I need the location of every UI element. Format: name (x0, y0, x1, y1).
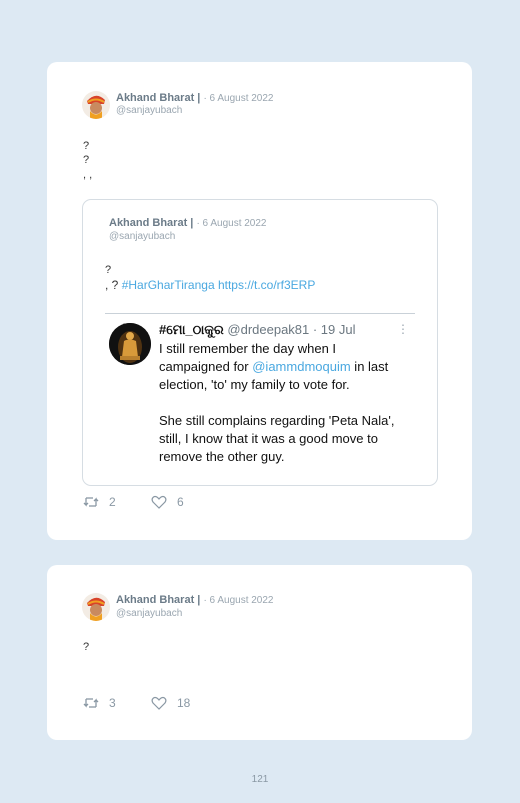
heart-icon (151, 495, 167, 509)
embed-text-fragment: in last (350, 359, 389, 374)
embed-author-name[interactable]: #ମୋ_ଠାକୁର (159, 322, 224, 337)
author-name[interactable]: Akhand Bharat | (116, 92, 200, 104)
author-handle[interactable]: @sanjayubach (116, 105, 182, 116)
tweet-text-line: , , (83, 169, 93, 181)
retweet-icon (83, 497, 99, 507)
quoted-author-handle[interactable]: @sanjayubach (109, 231, 175, 242)
retweet-icon (83, 698, 99, 708)
mention-link[interactable]: @iammdmoquim (252, 359, 350, 374)
page-number: 121 (251, 774, 269, 785)
embed-text-line: remove the other guy. (159, 449, 285, 464)
tweet-card: Akhand Bharat | · 6 August 2022 @sanjayu… (47, 62, 472, 540)
tweet-card: Akhand Bharat | · 6 August 2022 @sanjayu… (47, 565, 472, 740)
hashtag-link[interactable]: #HarGharTiranga (122, 278, 215, 292)
tweet-date[interactable]: · 6 August 2022 (203, 93, 273, 104)
embed-text-line: She still complains regarding 'Peta Nala… (159, 413, 395, 428)
embed-author-meta[interactable]: @drdeepak81 · 19 Jul (227, 322, 355, 337)
embed-text-line: election, 'to' my family to vote for. (159, 377, 350, 392)
retweet-count: 2 (109, 495, 116, 509)
author-name[interactable]: Akhand Bharat | (116, 594, 200, 606)
embed-text-fragment: campaigned for (159, 359, 253, 374)
like-count: 18 (177, 696, 191, 710)
quoted-author-name[interactable]: Akhand Bharat | (109, 217, 193, 229)
tweet-author: Akhand Bharat | · 6 August 2022 (116, 594, 274, 606)
heart-icon (151, 696, 167, 710)
embed-text-line: still, I know that it was a good move to (159, 431, 378, 446)
author-handle[interactable]: @sanjayubach (116, 608, 182, 619)
more-options-icon[interactable]: ⋮ (397, 322, 409, 336)
quoted-tweet[interactable]: Akhand Bharat | · 6 August 2022 @sanjayu… (82, 199, 438, 486)
embed-divider (105, 313, 415, 314)
embed-text-line: I still remember the day when I (159, 341, 337, 356)
like-button[interactable]: 18 (151, 696, 190, 710)
tweet-text-line: ? (83, 641, 90, 653)
quoted-tweet-author: Akhand Bharat | · 6 August 2022 (109, 217, 267, 229)
like-button[interactable]: 6 (151, 495, 184, 509)
tweet-date[interactable]: · 6 August 2022 (203, 595, 273, 606)
retweet-count: 3 (109, 696, 116, 710)
embed-tweet-header: #ମୋ_ଠାକୁର @drdeepak81 · 19 Jul (159, 322, 356, 338)
tweet-author: Akhand Bharat | · 6 August 2022 (116, 92, 274, 104)
quoted-text-prefix: , ? (105, 278, 119, 292)
quoted-text-line: , ? #HarGharTiranga https://t.co/rf3ERP (105, 278, 315, 292)
avatar[interactable] (82, 91, 110, 119)
retweet-button[interactable]: 3 (83, 696, 116, 710)
url-link[interactable]: https://t.co/rf3ERP (218, 278, 315, 292)
quoted-tweet-date[interactable]: · 6 August 2022 (196, 218, 266, 229)
embed-text-line: campaigned for @iammdmoquim in last (159, 358, 388, 376)
retweet-button[interactable]: 2 (83, 495, 116, 509)
embed-avatar[interactable] (109, 323, 151, 365)
quoted-text-line: ? (105, 264, 112, 276)
avatar[interactable] (82, 593, 110, 621)
tweet-text-line: ? (83, 140, 90, 152)
like-count: 6 (177, 495, 184, 509)
tweet-text-line: ? (83, 154, 90, 166)
